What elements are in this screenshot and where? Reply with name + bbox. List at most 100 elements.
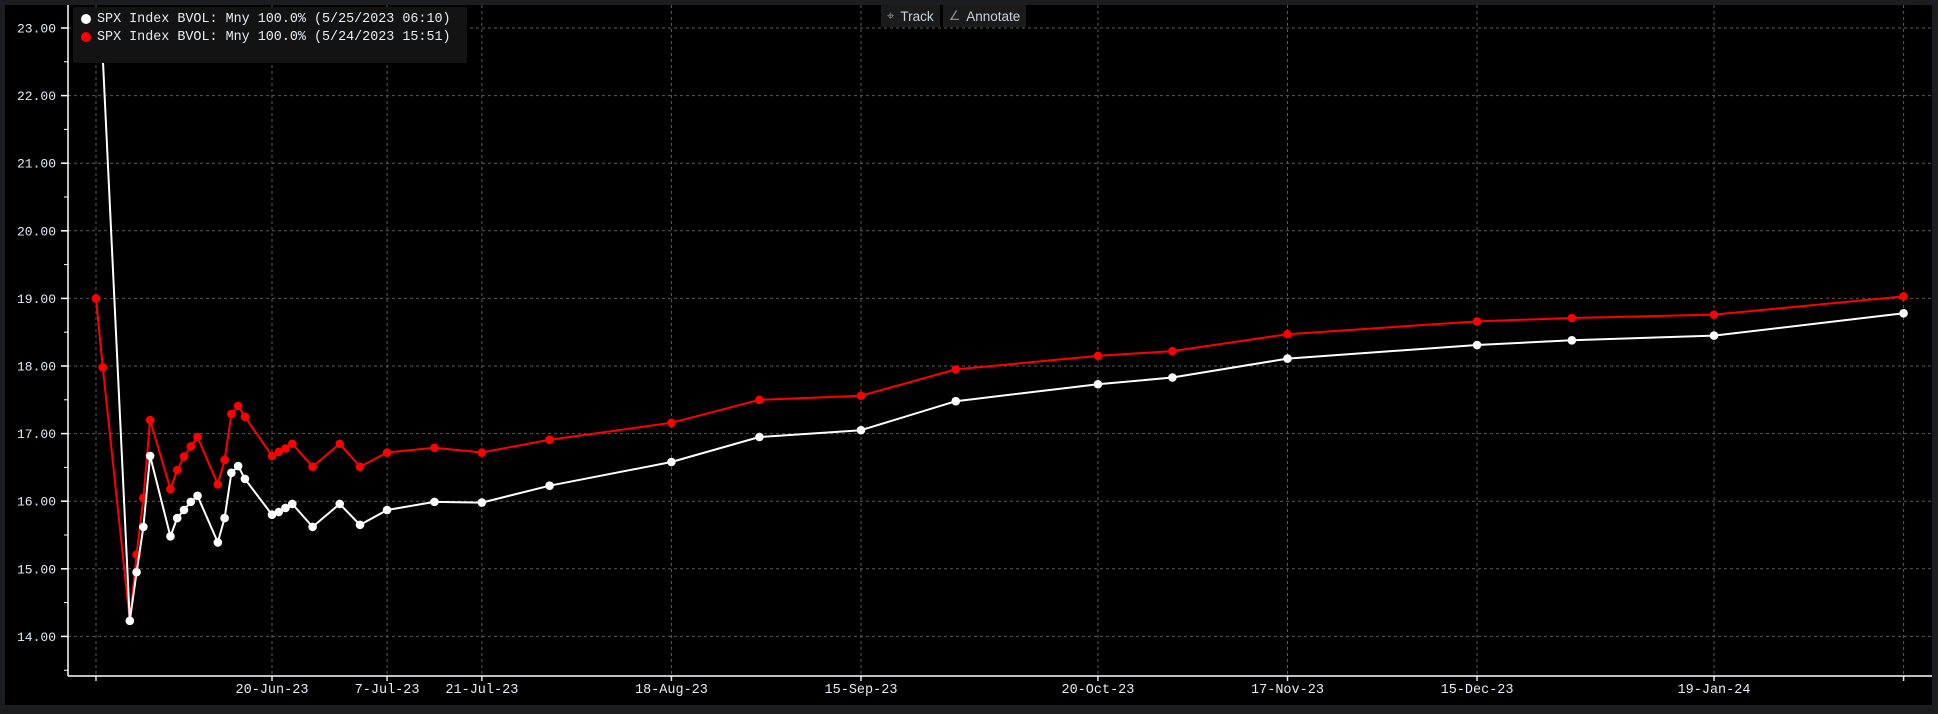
track-button[interactable]: ⌖ Track <box>881 5 940 27</box>
data-point[interactable] <box>667 457 676 467</box>
data-point[interactable] <box>545 481 554 490</box>
data-point[interactable] <box>213 480 223 489</box>
data-point[interactable] <box>288 439 297 449</box>
data-point[interactable] <box>172 513 182 523</box>
data-point[interactable] <box>166 532 175 541</box>
data-point[interactable] <box>951 396 961 406</box>
data-point[interactable] <box>1899 292 1908 301</box>
data-point[interactable] <box>308 522 317 532</box>
x-tick-label: 18-Aug-23 <box>635 683 708 698</box>
data-point[interactable] <box>335 439 345 449</box>
data-point[interactable] <box>193 491 202 501</box>
data-point[interactable] <box>1168 346 1177 356</box>
data-point[interactable] <box>1709 331 1719 340</box>
data-point[interactable] <box>755 395 764 405</box>
data-point[interactable] <box>951 365 961 374</box>
data-point[interactable] <box>1093 351 1103 361</box>
data-point[interactable] <box>227 468 236 478</box>
series-red <box>91 292 1908 626</box>
annotate-button[interactable]: ∠ Annotate <box>942 5 1027 27</box>
data-point[interactable] <box>382 448 392 457</box>
data-point[interactable] <box>382 505 392 515</box>
data-point[interactable] <box>1168 373 1177 382</box>
y-tick-label: 21.00 <box>17 157 56 172</box>
data-point[interactable] <box>166 484 175 494</box>
data-point[interactable] <box>227 409 236 419</box>
volatility-term-structure-chart: 14.00 15.00 16.00 17.00 18.00 19.00 20.00 21.00… <box>17 5 1932 698</box>
x-tick-label: 15-Sep-23 <box>825 683 898 698</box>
data-point[interactable] <box>233 401 243 411</box>
data-point[interactable] <box>335 499 345 509</box>
data-point[interactable] <box>172 465 182 475</box>
data-point[interactable] <box>220 455 229 465</box>
y-tick-label: 22.00 <box>17 89 56 104</box>
grid-lines <box>68 5 1932 676</box>
data-point[interactable] <box>430 497 439 507</box>
data-point[interactable] <box>430 443 439 453</box>
data-point[interactable] <box>308 462 317 472</box>
legend-label: SPX Index BVOL: Mny 100.0% (5/24/2023 15… <box>97 29 451 45</box>
x-tick-label: 20-Oct-23 <box>1061 683 1134 698</box>
data-point[interactable] <box>355 462 365 472</box>
data-point[interactable] <box>240 412 250 422</box>
data-point[interactable] <box>355 520 365 530</box>
pencil-icon: ∠ <box>948 8 961 23</box>
data-point[interactable] <box>233 461 243 471</box>
chart-toolbar: ⌖ Track ∠ Annotate <box>881 5 1027 27</box>
data-point[interactable] <box>1567 313 1577 323</box>
x-tick-label: 17-Nov-23 <box>1251 683 1324 698</box>
data-point[interactable] <box>477 498 487 507</box>
data-point[interactable] <box>545 435 554 444</box>
y-tick-label: 18.00 <box>17 360 56 375</box>
data-point[interactable] <box>179 505 189 515</box>
x-tick-label: 15-Dec-23 <box>1441 683 1514 698</box>
y-tick-label: 14.00 <box>17 630 56 645</box>
data-point[interactable] <box>240 474 250 484</box>
data-point[interactable] <box>220 513 229 523</box>
x-tick-label: 7-Jul-23 <box>355 683 420 698</box>
data-point[interactable] <box>288 499 297 509</box>
data-point[interactable] <box>145 451 155 461</box>
data-point[interactable] <box>856 391 866 401</box>
data-point[interactable] <box>1567 336 1577 345</box>
track-label: Track <box>900 8 934 24</box>
x-tick-label: 19-Jan-24 <box>1678 683 1751 698</box>
series-white <box>98 53 1908 626</box>
data-point[interactable] <box>193 432 202 442</box>
data-point[interactable] <box>1283 354 1292 363</box>
axes: 14.00 15.00 16.00 17.00 18.00 19.00 20.00 21.00… <box>17 5 1932 698</box>
y-tick-label: 16.00 <box>17 495 56 510</box>
x-tick-label: 20-Jun-23 <box>236 683 309 698</box>
y-tick-label: 23.00 <box>17 22 56 37</box>
data-point[interactable] <box>667 418 676 428</box>
series-layer <box>91 53 1908 626</box>
legend-marker-red <box>81 32 91 42</box>
data-point[interactable] <box>145 415 155 425</box>
data-point[interactable] <box>1283 329 1292 339</box>
legend-marker-white <box>81 14 91 24</box>
legend-item-white-series[interactable]: SPX Index BVOL: Mny 100.0% (5/25/2023 06… <box>81 10 451 28</box>
data-point[interactable] <box>125 616 135 626</box>
series-line <box>101 57 1904 622</box>
data-point[interactable] <box>186 497 196 507</box>
data-point[interactable] <box>1899 308 1908 318</box>
y-tick-label: 20.00 <box>17 224 56 239</box>
data-point[interactable] <box>91 294 101 303</box>
data-point[interactable] <box>179 452 189 461</box>
data-point[interactable] <box>1472 340 1482 350</box>
data-point[interactable] <box>139 522 148 532</box>
crosshair-icon: ⌖ <box>887 8 895 23</box>
legend: SPX Index BVOL: Mny 100.0% (5/25/2023 06… <box>73 7 467 63</box>
data-point[interactable] <box>186 442 196 451</box>
legend-item-red-series[interactable]: SPX Index BVOL: Mny 100.0% (5/24/2023 15… <box>81 28 451 46</box>
data-point[interactable] <box>98 363 108 372</box>
data-point[interactable] <box>132 567 141 577</box>
data-point[interactable] <box>1709 310 1719 319</box>
data-point[interactable] <box>1093 379 1103 389</box>
y-tick-label: 15.00 <box>17 562 56 577</box>
data-point[interactable] <box>1472 317 1482 326</box>
data-point[interactable] <box>213 538 223 547</box>
data-point[interactable] <box>856 425 866 435</box>
data-point[interactable] <box>477 448 487 457</box>
data-point[interactable] <box>755 432 764 442</box>
